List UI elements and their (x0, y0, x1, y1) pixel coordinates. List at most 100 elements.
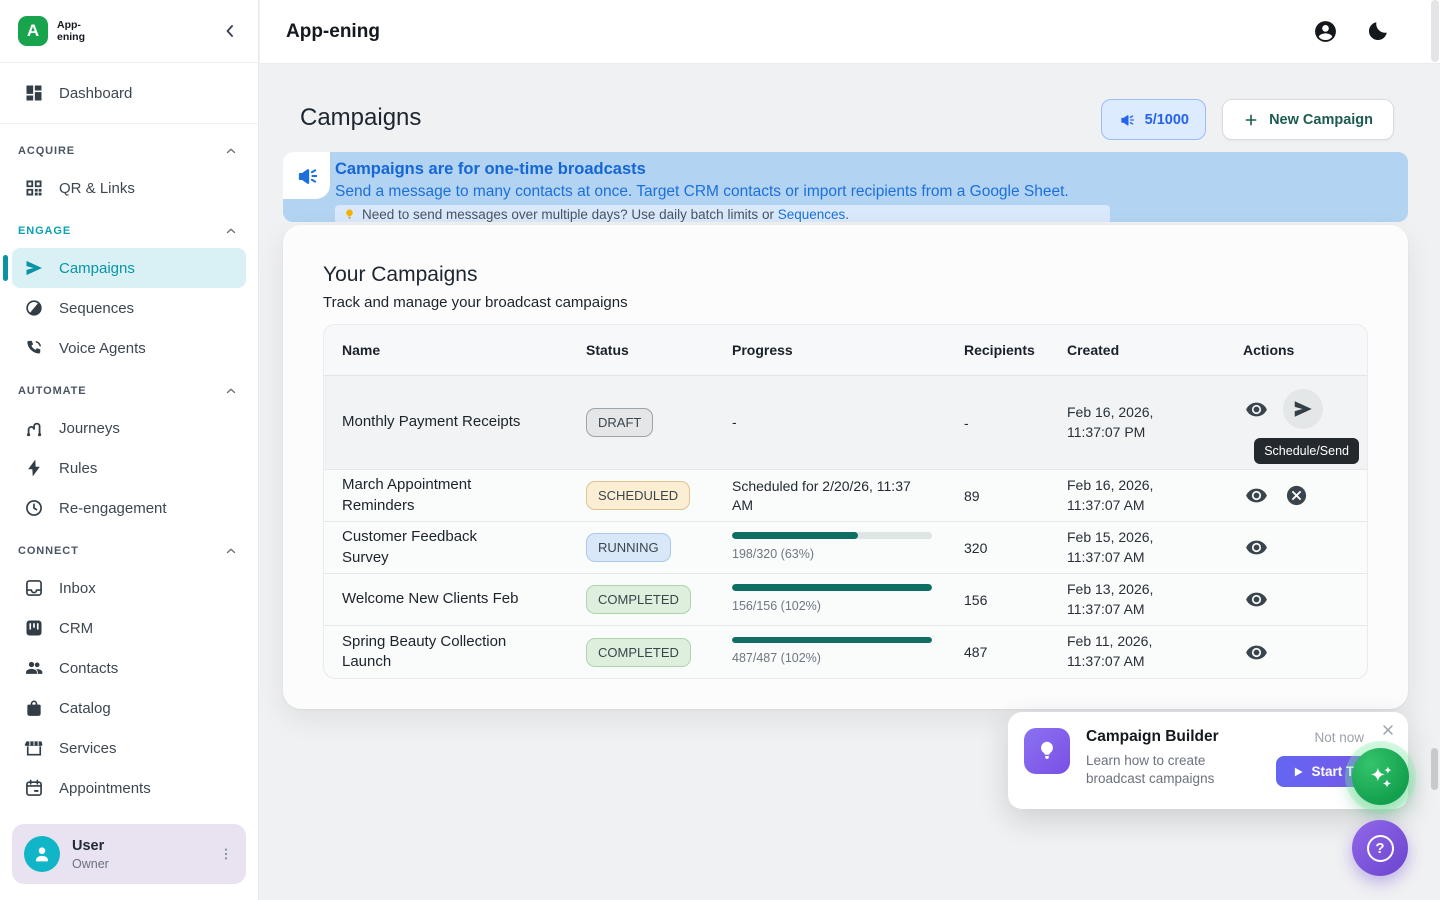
popup-text: Campaign Builder Learn how to create bro… (1086, 728, 1248, 793)
sidebar-item-reengagement[interactable]: Re-engagement (12, 488, 246, 528)
view-campaign-button[interactable] (1243, 535, 1269, 561)
schedule-send-button[interactable] (1283, 389, 1323, 429)
person-icon (31, 843, 53, 865)
sidebar-item-label: Catalog (59, 700, 111, 717)
col-created: Created (1067, 342, 1243, 358)
header-actions (1313, 19, 1414, 44)
actions-cell (1243, 535, 1367, 561)
sequences-icon (24, 298, 44, 318)
view-campaign-button[interactable] (1243, 639, 1269, 665)
campaign-builder-popup: Campaign Builder Learn how to create bro… (1008, 712, 1408, 809)
view-campaign-button[interactable] (1243, 483, 1269, 509)
scrollbar-thumb[interactable] (1431, 0, 1439, 62)
sidebar-item-label: Rules (59, 460, 97, 477)
recipients-cell: 487 (964, 644, 1067, 660)
collapse-sidebar-button[interactable] (220, 21, 240, 41)
people-icon (24, 658, 44, 678)
dashboard-icon (24, 83, 44, 103)
banner-description: Send a message to many contacts at once.… (335, 182, 1408, 202)
campaign-quota-badge[interactable]: 5/1000 (1101, 99, 1206, 140)
chevron-up-icon (224, 544, 238, 558)
banner-title: Campaigns are for one-time broadcasts (335, 157, 1408, 182)
sidebar-item-appointments[interactable]: Appointments (12, 768, 246, 808)
col-name: Name (342, 342, 586, 358)
kanban-icon (24, 618, 44, 638)
section-engage[interactable]: ENGAGE (12, 214, 246, 248)
sidebar-item-label: Contacts (59, 660, 118, 677)
sidebar-item-services[interactable]: Services (12, 728, 246, 768)
campaigns-card: Your Campaigns Track and manage your bro… (283, 225, 1408, 709)
account-icon[interactable] (1313, 19, 1338, 44)
cancel-icon (1285, 484, 1308, 507)
sidebar-item-catalog[interactable]: Catalog (12, 688, 246, 728)
sidebar-item-label: Re-engagement (59, 500, 167, 517)
not-now-button[interactable]: Not now (1314, 730, 1364, 745)
storefront-icon (24, 738, 44, 758)
top-header: App-ening (260, 0, 1440, 64)
popup-title: Campaign Builder (1086, 728, 1248, 746)
user-avatar (24, 836, 60, 872)
col-recipients: Recipients (964, 342, 1067, 358)
help-fab[interactable]: ? (1352, 820, 1408, 876)
banner-icon-box (283, 152, 330, 199)
recipients-cell: 320 (964, 540, 1067, 556)
col-status: Status (586, 342, 732, 358)
banner-body: Campaigns are for one-time broadcasts Se… (330, 152, 1408, 222)
campaign-name: Spring Beauty Collection Launch (342, 632, 524, 673)
sidebar-item-qr-links[interactable]: QR & Links (12, 168, 246, 208)
sidebar-item-label: Campaigns (59, 260, 135, 277)
sidebar-item-rules[interactable]: Rules (12, 448, 246, 488)
sidebar-header: A App- ening (0, 0, 258, 63)
created-cell: Feb 11, 2026, 11:37:07 AM (1067, 632, 1243, 671)
card-title: Your Campaigns (323, 263, 1368, 287)
sparkles-icon (1366, 762, 1396, 792)
plus-icon (1243, 112, 1259, 128)
progress-label: 487/487 (102%) (732, 650, 932, 667)
section-acquire[interactable]: ACQUIRE (12, 134, 246, 168)
sidebar-item-journeys[interactable]: Journeys (12, 408, 246, 448)
col-actions: Actions (1243, 342, 1367, 358)
sidebar-item-campaigns[interactable]: Campaigns (12, 248, 246, 288)
new-campaign-button[interactable]: New Campaign (1222, 99, 1394, 140)
table-row: March Appointment Reminders SCHEDULED Sc… (324, 470, 1367, 522)
close-popup-button[interactable] (1380, 722, 1396, 738)
user-card[interactable]: User Owner (12, 824, 246, 884)
sidebar-item-voice-agents[interactable]: Voice Agents (12, 328, 246, 368)
view-campaign-button[interactable] (1243, 587, 1269, 613)
banner-tip: Need to send messages over multiple days… (335, 205, 1110, 222)
app-title: App-ening (286, 21, 380, 43)
sidebar-item-label: QR & Links (59, 180, 135, 197)
sidebar-item-inbox[interactable]: Inbox (12, 568, 246, 608)
user-role: Owner (72, 857, 109, 871)
megaphone-icon (294, 163, 320, 189)
dark-mode-moon-icon[interactable] (1365, 19, 1390, 44)
sidebar-item-contacts[interactable]: Contacts (12, 648, 246, 688)
table-row: Spring Beauty Collection Launch COMPLETE… (324, 626, 1367, 678)
ai-assistant-fab[interactable] (1352, 748, 1409, 805)
created-cell: Feb 15, 2026, 11:37:07 AM (1067, 528, 1243, 567)
sidebar-item-label: Sequences (59, 300, 134, 317)
eye-icon (1245, 536, 1268, 559)
scrollbar-thumb[interactable] (1431, 748, 1438, 790)
section-automate[interactable]: AUTOMATE (12, 374, 246, 408)
progress-cell: - (732, 413, 964, 432)
sidebar-item-label: Appointments (59, 780, 151, 797)
lightbulb-icon (1035, 739, 1059, 763)
sidebar-item-label: Journeys (59, 420, 120, 437)
cancel-campaign-button[interactable] (1283, 483, 1309, 509)
sidebar-item-sequences[interactable]: Sequences (12, 288, 246, 328)
sequences-link[interactable]: Sequences (778, 207, 846, 222)
campaign-name: March Appointment Reminders (342, 475, 517, 516)
kebab-menu-icon[interactable] (218, 846, 234, 862)
status-badge: DRAFT (586, 408, 653, 437)
app-logo: A (18, 16, 48, 46)
chevron-up-icon (224, 144, 238, 158)
sidebar-item-dashboard[interactable]: Dashboard (12, 73, 246, 113)
sidebar-item-crm[interactable]: CRM (12, 608, 246, 648)
view-campaign-button[interactable] (1243, 396, 1269, 422)
progress-bar: 198/320 (63%) (732, 532, 932, 562)
chevron-up-icon (224, 224, 238, 238)
section-connect[interactable]: CONNECT (12, 534, 246, 568)
card-subtitle: Track and manage your broadcast campaign… (323, 294, 1368, 311)
progress-cell: 487/487 (102%) (732, 637, 964, 667)
